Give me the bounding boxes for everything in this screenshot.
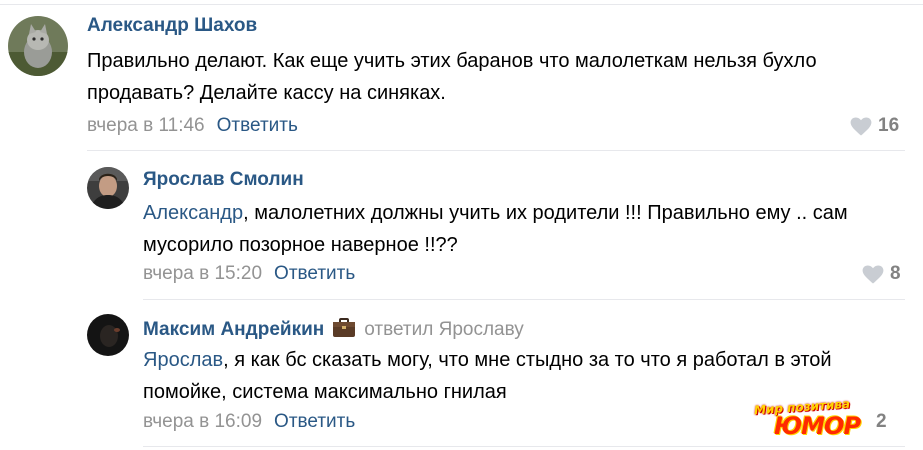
avatar[interactable] [87, 167, 129, 209]
author-name[interactable]: Александр Шахов [87, 15, 257, 36]
author-name[interactable]: Ярослав Смолин [143, 169, 304, 190]
comment-text: Правильно делают. Как еще учить этих бар… [87, 45, 887, 109]
reply-button[interactable]: Ответить [217, 115, 298, 136]
avatar[interactable] [87, 314, 129, 356]
comment-date[interactable]: вчера в 16:09 [143, 411, 262, 432]
man-photo-avatar [87, 167, 129, 209]
comment-author[interactable]: Александр Шахов [87, 15, 257, 37]
like-count: 8 [890, 263, 901, 284]
comment-author[interactable]: Максим Андрейкин ответил Ярославу [143, 318, 524, 344]
mention-link[interactable]: Александр [143, 202, 243, 224]
comment-date[interactable]: вчера в 11:46 [87, 115, 205, 136]
reply-to-link[interactable]: ответил Ярославу [364, 319, 524, 340]
briefcase-icon [332, 318, 356, 344]
comment-text: Александр, малолетних должны учить их ро… [143, 197, 895, 261]
heart-icon [862, 264, 884, 284]
reply-button[interactable]: Ответить [274, 263, 355, 284]
avatar[interactable] [8, 16, 68, 76]
comment-body: , я как бс сказать могу, что мне стыдно … [143, 349, 832, 403]
comment-author[interactable]: Ярослав Смолин [143, 169, 304, 191]
comment-divider [87, 150, 905, 151]
reply-button[interactable]: Ответить [274, 411, 355, 432]
comment-body: , малолетних должны учить их родители !!… [143, 202, 848, 256]
comment-body: Правильно делают. Как еще учить этих бар… [87, 50, 817, 104]
top-divider [0, 4, 923, 5]
watermark-logo: Мир позитива ЮМОР [754, 397, 894, 446]
mention-link[interactable]: Ярослав [143, 349, 223, 371]
like-button[interactable]: 16 [850, 115, 899, 137]
like-count: 16 [878, 115, 900, 136]
cat-photo-avatar [8, 16, 68, 76]
dark-photo-avatar [87, 314, 129, 356]
heart-icon [850, 116, 872, 136]
like-button[interactable]: 8 [862, 263, 901, 285]
comment-divider [143, 299, 905, 300]
author-name[interactable]: Максим Андрейкин [143, 319, 324, 340]
comment-date[interactable]: вчера в 15:20 [143, 263, 262, 284]
comment-meta: вчера в 16:09 Ответить [143, 411, 355, 433]
comment-divider [143, 446, 905, 447]
watermark-line2: ЮМОР [774, 412, 861, 440]
comment-meta: вчера в 11:46 Ответить [87, 115, 298, 137]
comment-text: Ярослав, я как бс сказать могу, что мне … [143, 344, 895, 408]
comment-meta: вчера в 15:20 Ответить [143, 263, 355, 285]
